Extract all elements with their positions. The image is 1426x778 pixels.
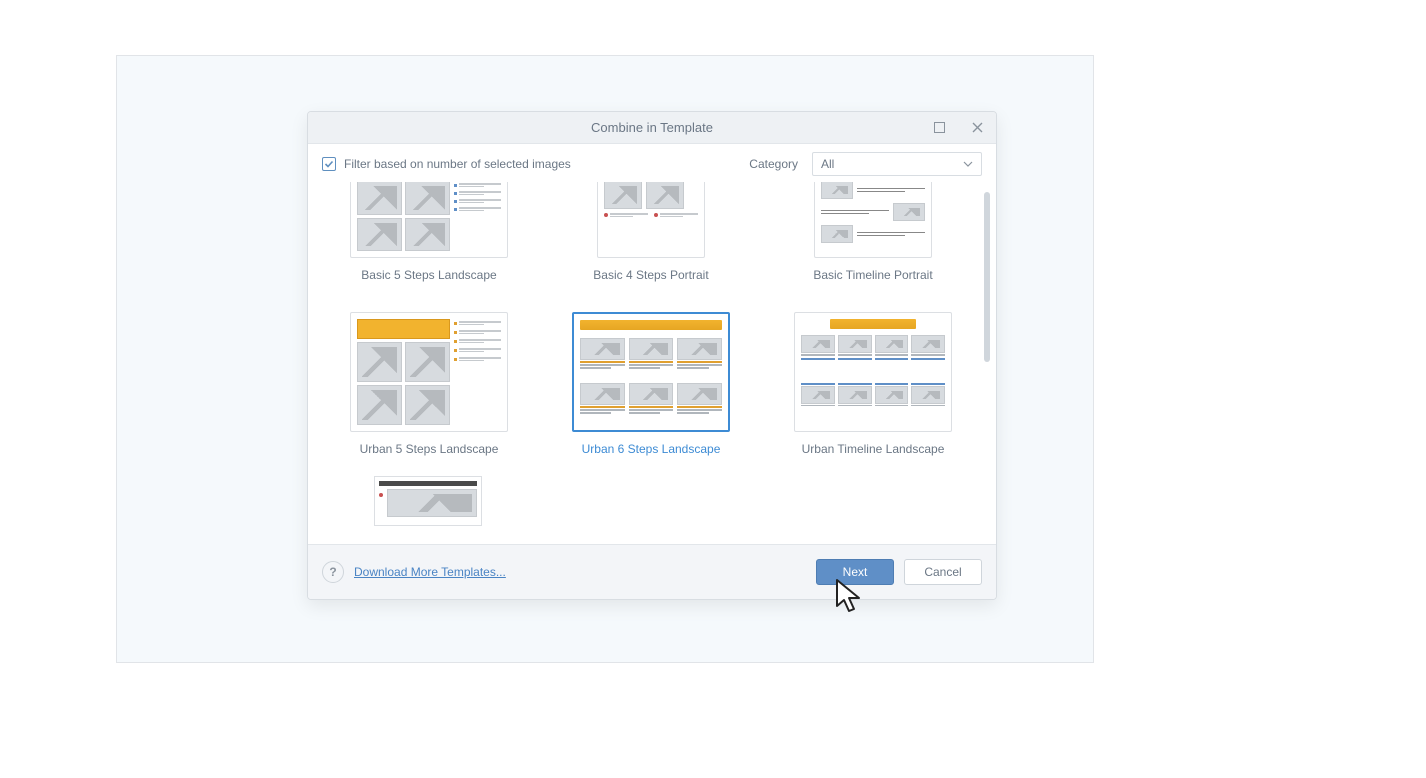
chevron-down-icon bbox=[963, 161, 973, 167]
window-controls bbox=[926, 116, 990, 140]
template-thumb bbox=[350, 182, 508, 258]
template-thumb bbox=[814, 182, 932, 258]
square-icon bbox=[934, 122, 945, 133]
template-partial[interactable] bbox=[374, 476, 482, 526]
filter-label: Filter based on number of selected image… bbox=[344, 157, 571, 171]
category-label: Category bbox=[749, 157, 798, 171]
template-label: Urban Timeline Landscape bbox=[802, 442, 945, 456]
toolbar: Filter based on number of selected image… bbox=[308, 144, 996, 182]
help-button[interactable]: ? bbox=[322, 561, 344, 583]
page-background: Combine in Template Filter based on numb… bbox=[116, 55, 1094, 663]
template-basic-timeline-portrait[interactable]: Basic Timeline Portrait bbox=[782, 182, 964, 282]
template-urban-timeline-landscape[interactable]: Urban Timeline Landscape bbox=[782, 312, 964, 456]
check-icon bbox=[324, 159, 334, 169]
next-label: Next bbox=[843, 565, 868, 579]
dialog-footer: ? Download More Templates... Next Cancel bbox=[308, 544, 996, 599]
template-label: Basic Timeline Portrait bbox=[813, 268, 932, 282]
titlebar: Combine in Template bbox=[308, 112, 996, 144]
cancel-label: Cancel bbox=[924, 565, 961, 579]
scrollbar[interactable] bbox=[984, 182, 992, 544]
download-more-link[interactable]: Download More Templates... bbox=[354, 565, 506, 579]
template-urban-6-steps-landscape[interactable]: Urban 6 Steps Landscape bbox=[560, 312, 742, 456]
help-icon: ? bbox=[329, 565, 336, 579]
template-label: Urban 5 Steps Landscape bbox=[360, 442, 499, 456]
template-thumb bbox=[572, 312, 730, 432]
close-icon bbox=[972, 122, 983, 133]
template-label: Basic 5 Steps Landscape bbox=[361, 268, 496, 282]
template-thumb bbox=[597, 182, 705, 258]
template-label: Basic 4 Steps Portrait bbox=[593, 268, 708, 282]
template-thumb bbox=[794, 312, 952, 432]
dialog-combine-in-template: Combine in Template Filter based on numb… bbox=[307, 111, 997, 600]
category-select[interactable]: All bbox=[812, 152, 982, 176]
dialog-title: Combine in Template bbox=[308, 120, 996, 135]
template-urban-5-steps-landscape[interactable]: Urban 5 Steps Landscape bbox=[338, 312, 520, 456]
cancel-button[interactable]: Cancel bbox=[904, 559, 982, 585]
category-value: All bbox=[821, 157, 834, 171]
scroll-thumb[interactable] bbox=[984, 192, 990, 362]
template-gallery: Basic 5 Steps Landscape Basic 4 Steps Po… bbox=[308, 182, 996, 544]
template-thumb bbox=[350, 312, 508, 432]
template-basic-5-steps-landscape[interactable]: Basic 5 Steps Landscape bbox=[338, 182, 520, 282]
template-basic-4-steps-portrait[interactable]: Basic 4 Steps Portrait bbox=[560, 182, 742, 282]
maximize-button[interactable] bbox=[926, 116, 952, 140]
next-button[interactable]: Next bbox=[816, 559, 894, 585]
template-label: Urban 6 Steps Landscape bbox=[582, 442, 721, 456]
filter-checkbox[interactable] bbox=[322, 157, 336, 171]
close-button[interactable] bbox=[964, 116, 990, 140]
